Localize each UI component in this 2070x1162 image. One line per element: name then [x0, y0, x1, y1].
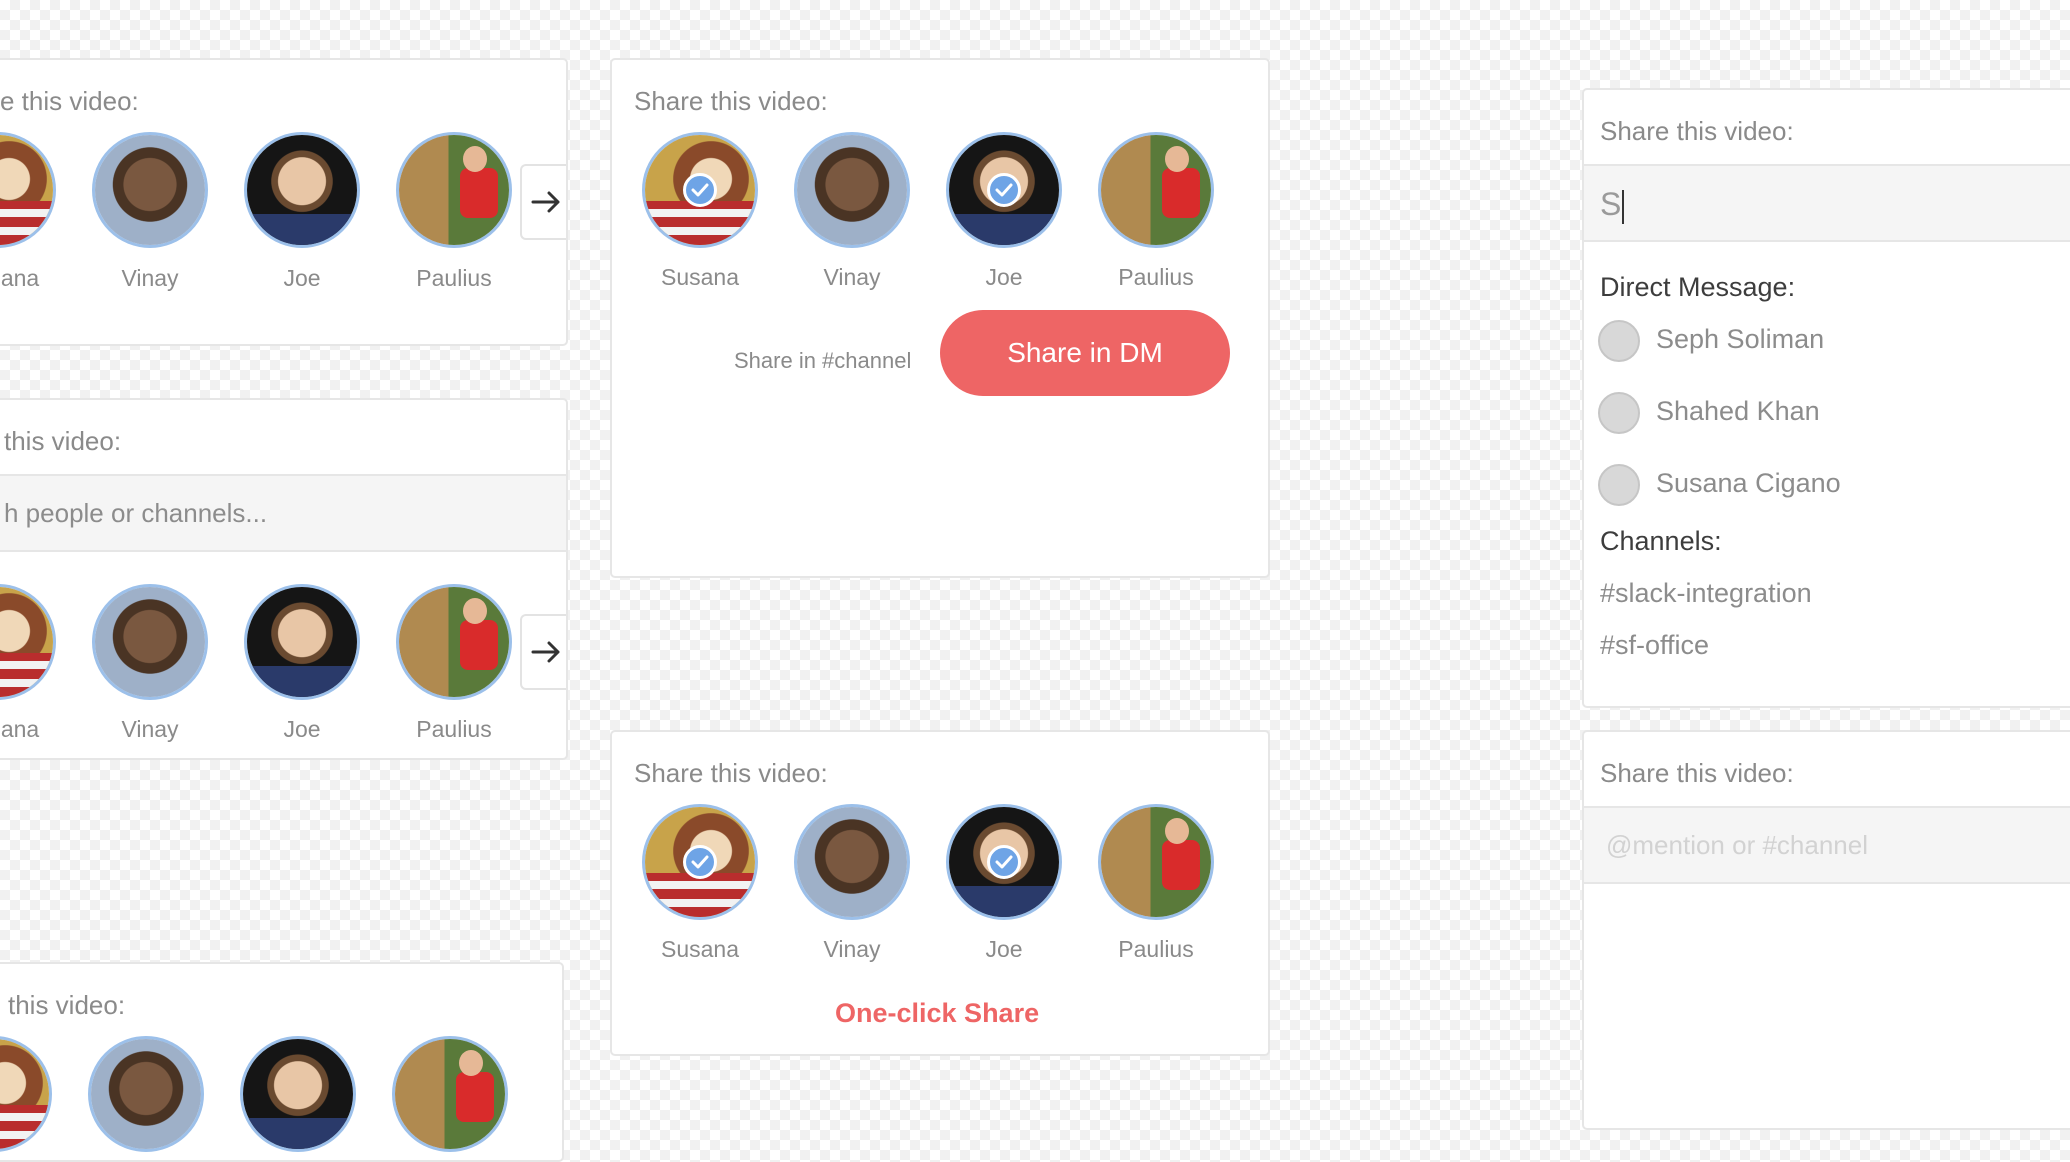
avatar-name-paulius: Paulius: [416, 716, 492, 742]
channel-option-slack-integration[interactable]: #slack-integration: [1600, 578, 1812, 609]
avatar-name-vinay: Vinay: [823, 264, 881, 290]
avatar-name-susana: Susana: [660, 264, 739, 290]
avatar-name-joe: Joe: [985, 264, 1023, 290]
mention-input[interactable]: @mention or #channel: [1584, 806, 2070, 884]
share-card-dm: Share this video: Susana Vinay Joe Pauli…: [610, 58, 1270, 578]
dm-section-title: Direct Message:: [1600, 272, 1796, 302]
avatar-paulius[interactable]: [1098, 132, 1214, 248]
search-input[interactable]: h people or channels...: [0, 474, 566, 552]
share-card-mention: Share this video: @mention or #channel: [1582, 730, 2070, 1130]
next-arrow-button[interactable]: [520, 614, 566, 690]
card-header: Share this video:: [634, 86, 828, 116]
avatar-joe[interactable]: [244, 132, 360, 248]
selected-check-icon: [683, 845, 717, 879]
avatar-joe[interactable]: [244, 584, 360, 700]
channels-section-title: Channels:: [1600, 526, 1722, 556]
avatar-susana[interactable]: [0, 584, 56, 700]
dm-radio-shahed[interactable]: [1598, 392, 1640, 434]
share-in-dm-button[interactable]: Share in DM: [940, 310, 1230, 396]
avatar-susana[interactable]: [642, 132, 758, 248]
share-card-arrow: e this video: ana Vinay Joe Paulius: [0, 58, 568, 346]
dm-option-shahed[interactable]: Shahed Khan: [1656, 396, 1820, 427]
share-in-channel-link[interactable]: Share in #channel: [734, 348, 911, 374]
avatar-vinay[interactable]: [794, 804, 910, 920]
avatar-name-paulius: Paulius: [416, 265, 492, 291]
card-header: this video:: [4, 426, 122, 456]
avatar-name-joe: Joe: [283, 265, 321, 291]
avatar-name-vinay: Vinay: [121, 716, 179, 742]
avatar-name-susana: ana: [0, 716, 40, 742]
dm-radio-seph[interactable]: [1598, 320, 1640, 362]
one-click-share-button[interactable]: One-click Share: [835, 998, 1039, 1029]
mention-search-input[interactable]: S: [1584, 164, 2070, 242]
card-header: Share this video:: [1600, 116, 1794, 146]
avatar-joe[interactable]: [946, 804, 1062, 920]
card-header: this video:: [8, 990, 126, 1020]
share-card-search: this video: h people or channels... ana …: [0, 398, 568, 760]
avatar-vinay[interactable]: [88, 1036, 204, 1152]
card-header: Share this video:: [1600, 758, 1794, 788]
avatar-paulius[interactable]: [392, 1036, 508, 1152]
selected-check-icon: [683, 173, 717, 207]
avatar-name-paulius: Paulius: [1118, 936, 1194, 962]
share-card-bottom: this video:: [0, 962, 564, 1162]
avatar-name-vinay: Vinay: [823, 936, 881, 962]
avatar-vinay[interactable]: [92, 132, 208, 248]
dm-option-seph[interactable]: Seph Soliman: [1656, 324, 1824, 355]
avatar-joe[interactable]: [240, 1036, 356, 1152]
channel-option-sf-office[interactable]: #sf-office: [1600, 630, 1709, 661]
avatar-joe[interactable]: [946, 132, 1062, 248]
avatar-name-susana: Susana: [660, 936, 739, 962]
avatar-name-paulius: Paulius: [1118, 264, 1194, 290]
arrow-right-icon: [531, 191, 560, 213]
avatar-paulius[interactable]: [1098, 804, 1214, 920]
avatar-vinay[interactable]: [794, 132, 910, 248]
search-typed-text: S: [1600, 186, 1625, 224]
avatar-vinay[interactable]: [92, 584, 208, 700]
avatar-name-joe: Joe: [985, 936, 1023, 962]
avatar-name-vinay: Vinay: [121, 265, 179, 291]
dm-radio-susana[interactable]: [1598, 464, 1640, 506]
avatar-paulius[interactable]: [396, 584, 512, 700]
avatar-susana[interactable]: [642, 804, 758, 920]
selected-check-icon: [987, 845, 1021, 879]
next-arrow-button[interactable]: [520, 164, 566, 240]
avatar-paulius[interactable]: [396, 132, 512, 248]
share-card-one-click: Share this video: Susana Vinay Joe Pauli…: [610, 730, 1270, 1056]
avatar-susana[interactable]: [0, 132, 56, 248]
card-header: Share this video:: [634, 758, 828, 788]
avatar-name-joe: Joe: [283, 716, 321, 742]
card-header: e this video:: [0, 86, 139, 116]
dm-option-susana[interactable]: Susana Cigano: [1656, 468, 1841, 499]
search-placeholder: h people or channels...: [4, 498, 268, 528]
mention-placeholder: @mention or #channel: [1606, 830, 1868, 860]
share-card-autocomplete: Share this video: S Direct Message: Seph…: [1582, 88, 2070, 708]
avatar-susana[interactable]: [0, 1036, 52, 1152]
avatar-name-susana: ana: [0, 265, 40, 291]
selected-check-icon: [987, 173, 1021, 207]
arrow-right-icon: [531, 641, 560, 663]
